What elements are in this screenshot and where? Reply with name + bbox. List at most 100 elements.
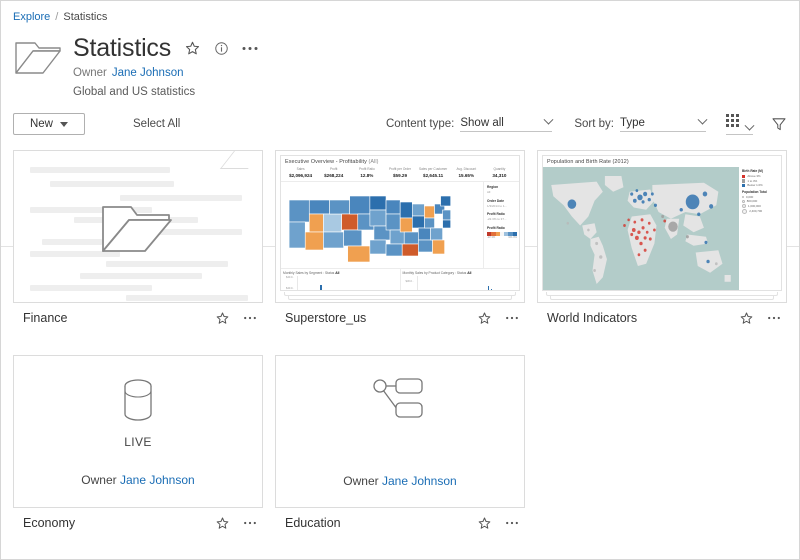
card-superstore-us[interactable]: Executive Overview - Profitability (All)… (275, 150, 525, 333)
card-title[interactable]: Finance (23, 311, 67, 325)
sort-by-filter: Sort by: Type (574, 114, 708, 132)
star-icon[interactable] (739, 311, 754, 326)
kpi-profit-per-order: Profit per Order $59.29 (383, 167, 416, 179)
owner-name-link[interactable]: Jane Johnson (382, 474, 457, 488)
content-type-select[interactable]: Show all (460, 114, 554, 132)
grid-view-icon (726, 113, 739, 132)
more-icon[interactable] (505, 316, 519, 320)
kpi-sales: Sales $2,096,924 (284, 167, 317, 179)
card-finance[interactable]: Finance (13, 150, 263, 333)
folder-description: Global and US statistics (73, 86, 196, 98)
sort-by-label: Sort by: (574, 117, 614, 130)
owner-label: Owner (73, 67, 107, 79)
content-type-label: Content type: (385, 117, 455, 130)
map-legend-panel: Birth Rate (M) Above 3% 1 to 3% Below 1.… (739, 167, 781, 290)
content-grid: Finance Executive Overview - Profitabili… (13, 150, 787, 538)
chevron-down-icon (543, 114, 554, 125)
card-thumbnail[interactable]: Executive Overview - Profitability (All)… (275, 150, 525, 303)
toolbar: New Select All Content type: Show all So… (1, 108, 799, 247)
axis-tick: $40.0.. (286, 287, 294, 290)
card-title[interactable]: Superstore_us (285, 311, 366, 325)
more-icon[interactable] (242, 46, 258, 51)
new-button[interactable]: New (13, 113, 85, 135)
filter-icon[interactable] (771, 116, 787, 132)
kpi-sales-per-customer: Sales per Customer $2,645.11 (417, 167, 450, 179)
folder-icon (13, 37, 63, 79)
more-icon[interactable] (505, 521, 519, 525)
card-thumbnail[interactable]: LIVE Owner Jane Johnson (13, 355, 263, 508)
kpi-row: Sales $2,096,924 Profit $268,224 Profit … (281, 167, 519, 182)
breadcrumb-explore[interactable]: Explore (13, 10, 50, 24)
card-footer: Economy (13, 508, 263, 538)
card-title[interactable]: World Indicators (547, 311, 637, 325)
world-symbol-map (543, 167, 739, 290)
new-button-label: New (29, 118, 53, 130)
star-icon[interactable] (215, 516, 230, 531)
legend-item: 2,400,700 (742, 208, 779, 214)
chart-title: Monthly Sales by Product Category : Stat… (402, 271, 472, 275)
kpi-value: 12.8% (360, 173, 374, 178)
kpi-value: 15.65% (458, 173, 475, 178)
axis-tick: $30.0.. (405, 280, 414, 283)
legend-max: 101.0% (508, 235, 517, 239)
card-title[interactable]: Education (285, 516, 341, 530)
filter-value: -22.3% to 37... (487, 217, 507, 221)
axis-tick: $40.0.. (286, 276, 294, 279)
monthly-sales-by-segment-chart: Monthly Sales by Segment : Status All $4… (281, 269, 400, 290)
dashboard-preview: Population and Birth Rate (2012) Birth R… (542, 155, 782, 291)
more-icon[interactable] (767, 316, 781, 320)
more-icon[interactable] (243, 521, 257, 525)
dashboard-preview: Executive Overview - Profitability (All)… (280, 155, 520, 291)
kpi-value: $59.29 (392, 173, 408, 178)
card-thumbnail[interactable] (13, 150, 263, 303)
owner-name-link[interactable]: Jane Johnson (112, 66, 184, 81)
card-footer: Superstore_us (275, 303, 525, 333)
datasource-preview: LIVE Owner Jane Johnson (14, 356, 262, 507)
profit-ratio-color-legend: Profit Ratio -22.3% 101.0% (487, 226, 517, 239)
card-education[interactable]: Owner Jane Johnson Education (275, 355, 525, 538)
filter-value: 1/3/2014 to 1... (487, 203, 508, 208)
star-icon[interactable] (184, 40, 201, 57)
filter-region: Region All (487, 185, 517, 195)
view-mode-select[interactable] (726, 113, 755, 135)
info-icon[interactable] (214, 41, 229, 56)
card-world-indicators[interactable]: Population and Birth Rate (2012) Birth R… (537, 150, 787, 333)
card-thumbnail[interactable]: Owner Jane Johnson (275, 355, 525, 508)
breadcrumb-statistics[interactable]: Statistics (63, 10, 107, 24)
sort-by-value: Type (620, 116, 645, 129)
kpi-value: 34,310 (492, 173, 507, 178)
chart-plot: $30.0.. (406, 276, 518, 290)
card-title[interactable]: Economy (23, 516, 75, 530)
filter-profit-ratio: Profit Ratio -22.3% to 37... (487, 212, 517, 222)
sort-by-select[interactable]: Type (620, 114, 708, 132)
star-icon[interactable] (477, 516, 492, 531)
datasource-owner: Owner Jane Johnson (343, 474, 456, 488)
select-all-button[interactable]: Select All (133, 118, 180, 130)
chevron-down-icon (60, 121, 68, 127)
database-cylinder-icon (118, 377, 158, 428)
kpi-avg-discount: Avg. Discount 15.65% (450, 167, 483, 179)
legend-heading: Profit Ratio (487, 225, 505, 230)
page-title: Statistics (73, 34, 172, 62)
star-icon[interactable] (477, 311, 492, 326)
breadcrumb-separator: / (55, 11, 59, 23)
card-footer: Finance (13, 303, 263, 333)
kpi-profit-ratio: Profit Ratio 12.8% (350, 167, 383, 179)
owner-name-link[interactable]: Jane Johnson (120, 473, 195, 487)
legend-min: -22.3% (487, 235, 496, 239)
content-type-value: Show all (460, 116, 504, 129)
more-icon[interactable] (243, 316, 257, 320)
card-economy[interactable]: LIVE Owner Jane Johnson Economy (13, 355, 263, 538)
kpi-value: $268,224 (324, 173, 344, 178)
kpi-value: $2,645.11 (423, 173, 444, 178)
owner-label: Owner (81, 472, 117, 487)
page-header: Statistics Owner Jane Johnson Global and… (13, 33, 787, 98)
content-page: Explore / Statistics Statistics Owner Ja… (0, 0, 800, 560)
breadcrumb: Explore / Statistics (13, 10, 107, 24)
us-choropleth-map (281, 182, 483, 268)
chart-title: Monthly Sales by Segment : Status All (283, 271, 340, 275)
datasource-preview: Owner Jane Johnson (276, 356, 524, 507)
star-icon[interactable] (215, 311, 230, 326)
card-thumbnail[interactable]: Population and Birth Rate (2012) Birth R… (537, 150, 787, 303)
filter-value: All (487, 190, 491, 194)
